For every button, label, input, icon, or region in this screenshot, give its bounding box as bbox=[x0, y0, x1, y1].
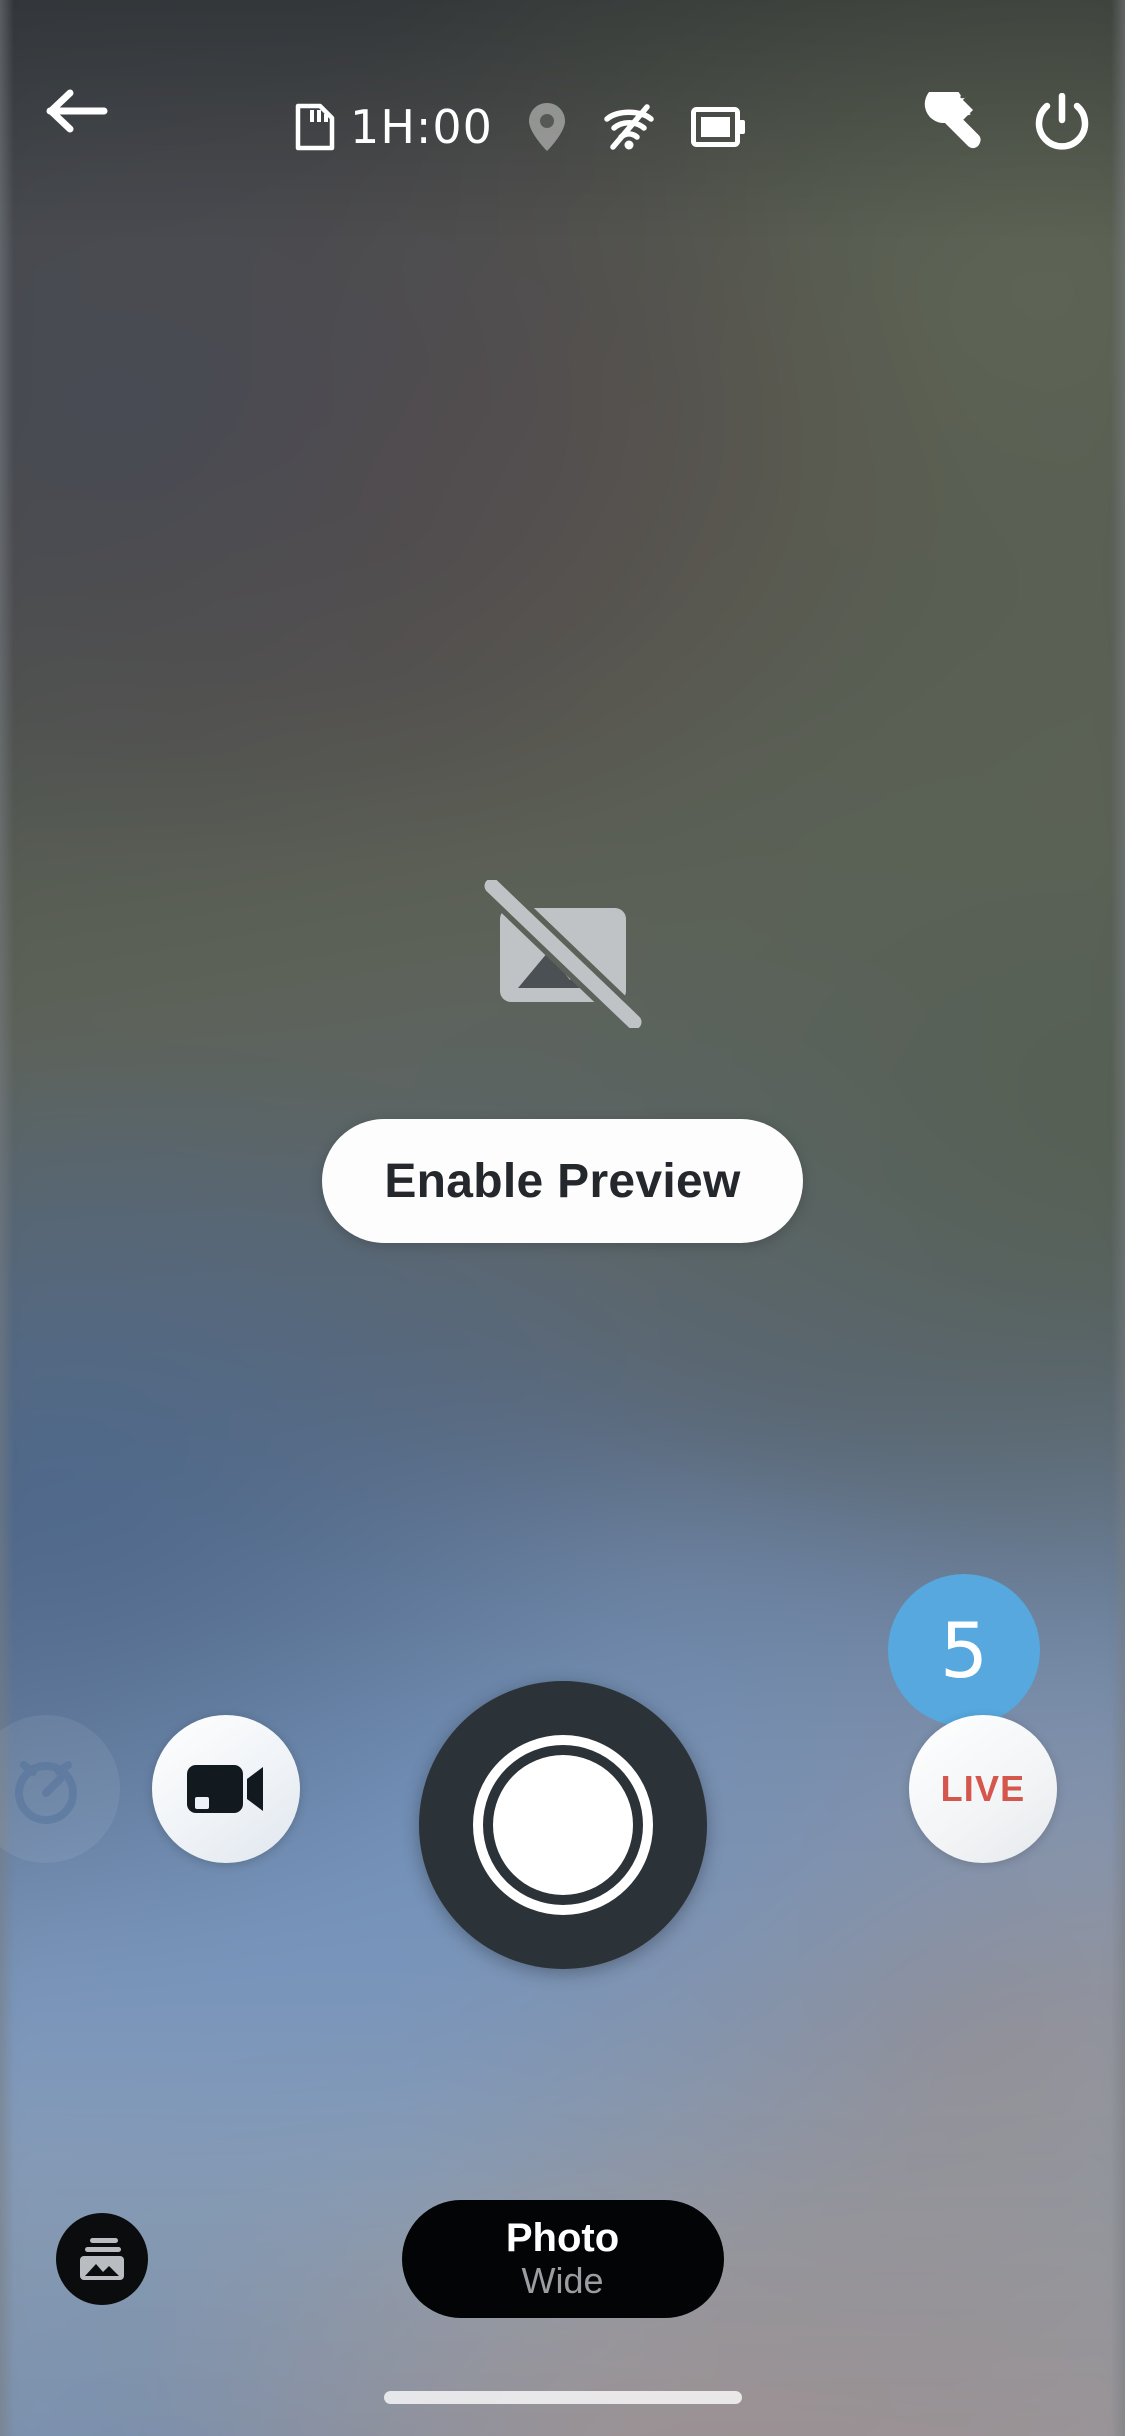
capture-mode-primary: Photo bbox=[505, 2216, 620, 2261]
storage-remaining-time: 1H:00 bbox=[350, 100, 493, 154]
image-off-icon-wrapper bbox=[470, 878, 656, 1033]
gallery-icon bbox=[80, 2238, 124, 2280]
live-label: LIVE bbox=[940, 1768, 1026, 1809]
timer-icon bbox=[15, 1761, 77, 1824]
wrench-icon bbox=[924, 92, 981, 149]
location-pin-icon-button[interactable] bbox=[527, 101, 567, 153]
gallery-button[interactable] bbox=[56, 2213, 148, 2305]
video-camera-icon bbox=[187, 1765, 263, 1813]
location-pin-icon bbox=[528, 103, 565, 151]
shutter-ring bbox=[472, 1735, 653, 1915]
preview-disabled-block: Enable Preview bbox=[0, 878, 1125, 1243]
power-icon bbox=[1035, 93, 1089, 150]
image-off-icon bbox=[484, 878, 641, 1030]
enable-preview-button[interactable]: Enable Preview bbox=[322, 1119, 803, 1243]
burst-count-value: 5 bbox=[939, 1605, 989, 1695]
live-mode-button[interactable]: LIVE bbox=[909, 1715, 1057, 1863]
shutter-core bbox=[492, 1755, 633, 1895]
power-button[interactable] bbox=[1033, 93, 1091, 153]
battery-icon bbox=[690, 107, 745, 147]
back-button[interactable] bbox=[34, 68, 120, 154]
sd-card-icon bbox=[295, 103, 335, 151]
wifi-off-icon bbox=[604, 104, 654, 150]
battery-icon-button[interactable] bbox=[690, 107, 747, 147]
status-center-group: 1H:00 bbox=[120, 100, 921, 154]
timer-button[interactable] bbox=[0, 1715, 120, 1863]
top-status-bar: 1H:00 bbox=[0, 0, 1125, 250]
capture-mode-secondary: Wide bbox=[521, 2260, 604, 2302]
settings-button[interactable] bbox=[921, 92, 983, 154]
video-mode-button[interactable] bbox=[152, 1715, 300, 1863]
enable-preview-label: Enable Preview bbox=[384, 1154, 741, 1208]
camera-app-screen: 1H:00 Enable Preview 5 LIVE Photo Wide bbox=[0, 0, 1125, 2436]
shutter-control-row: LIVE bbox=[0, 1681, 1125, 1969]
home-indicator[interactable] bbox=[383, 2391, 742, 2404]
arrow-left-icon bbox=[46, 89, 108, 133]
storage-status[interactable]: 1H:00 bbox=[294, 100, 493, 154]
status-right-group bbox=[921, 92, 1091, 154]
capture-mode-selector[interactable]: Photo Wide bbox=[401, 2200, 724, 2318]
bottom-bar: Photo Wide bbox=[0, 2194, 1125, 2324]
burst-count-badge[interactable]: 5 bbox=[888, 1574, 1040, 1726]
wifi-off-icon-button[interactable] bbox=[601, 103, 657, 151]
shutter-button[interactable] bbox=[418, 1681, 707, 1969]
